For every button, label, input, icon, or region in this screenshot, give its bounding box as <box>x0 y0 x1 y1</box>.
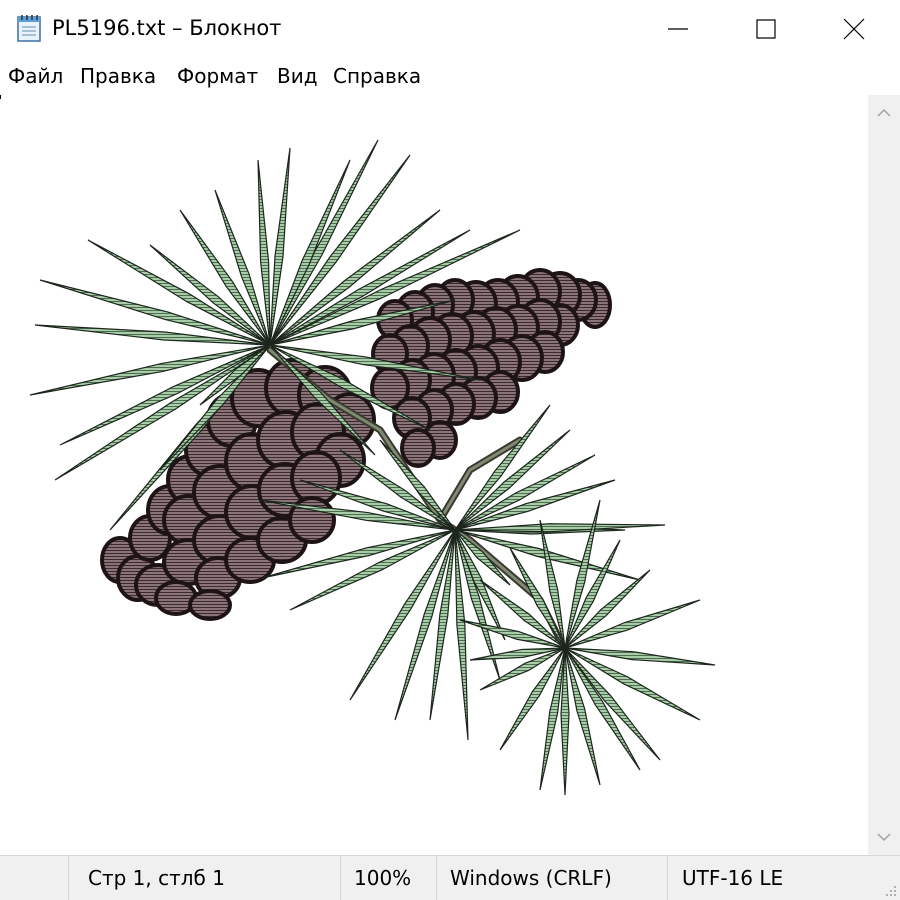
line-endings: Windows (CRLF) <box>450 866 612 890</box>
close-icon <box>843 18 865 40</box>
pine-needle <box>564 647 716 666</box>
scroll-up-icon[interactable] <box>876 107 892 119</box>
notepad-icon <box>16 14 42 42</box>
close-button[interactable] <box>808 0 900 58</box>
menu-edit[interactable]: Правка <box>80 64 156 88</box>
menu-help[interactable]: Справка <box>333 64 421 88</box>
text-editor[interactable] <box>0 95 868 855</box>
minimize-button[interactable] <box>632 0 724 58</box>
status-divider <box>68 856 69 900</box>
cone-scale <box>290 450 342 506</box>
menu-format[interactable]: Формат <box>177 64 258 88</box>
maximize-button[interactable] <box>720 0 812 58</box>
pine-needle <box>429 529 456 721</box>
pine-needle <box>564 499 601 649</box>
vertical-scrollbar[interactable] <box>868 95 900 855</box>
cursor-position: Стр 1, стлб 1 <box>88 866 225 890</box>
status-divider <box>340 856 341 900</box>
menu-view[interactable]: Вид <box>277 64 318 88</box>
window-title: PL5196.txt – Блокнот <box>52 16 282 40</box>
pine-needle <box>454 523 666 533</box>
text-caret <box>0 95 1 99</box>
cone-scale <box>400 428 436 468</box>
minimize-icon <box>668 28 688 30</box>
menu-bar: Файл Правка Формат Вид Справка <box>0 58 900 95</box>
encoding: UTF-16 LE <box>682 866 784 890</box>
status-divider <box>436 856 437 900</box>
zoom-level: 100% <box>354 866 412 890</box>
resize-grip-icon[interactable] <box>882 882 898 898</box>
pine-cone-ascii-art <box>29 139 716 796</box>
scroll-down-icon[interactable] <box>876 831 892 843</box>
cone-scale <box>188 589 232 621</box>
title-bar[interactable]: PL5196.txt – Блокнот <box>0 0 900 58</box>
maximize-icon <box>756 19 776 39</box>
menu-file[interactable]: Файл <box>8 64 63 88</box>
status-divider <box>667 856 668 900</box>
status-bar: Стр 1, стлб 1 100% Windows (CRLF) UTF-16… <box>0 855 900 900</box>
